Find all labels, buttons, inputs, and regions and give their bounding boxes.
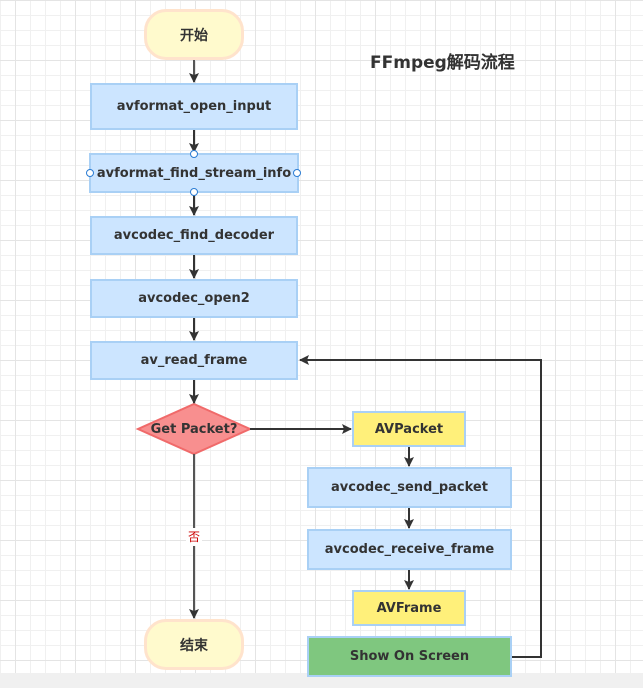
diagram-title: FFmpeg解码流程 [370, 53, 515, 73]
connection-handle-left[interactable] [86, 169, 94, 177]
avframe-node[interactable]: AVFrame [352, 590, 466, 626]
read-frame-node[interactable]: av_read_frame [90, 341, 298, 380]
decision-label: Get Packet? [150, 421, 238, 437]
send-packet-node[interactable]: avcodec_send_packet [307, 467, 512, 508]
open2-node[interactable]: avcodec_open2 [90, 279, 298, 318]
find-stream-info-node[interactable]: avformat_find_stream_info [89, 153, 299, 193]
connection-handle-bottom[interactable] [190, 188, 198, 196]
find-decoder-node[interactable]: avcodec_find_decoder [90, 216, 298, 255]
connection-handle-top[interactable] [190, 150, 198, 158]
show-on-screen-node[interactable]: Show On Screen [307, 636, 512, 677]
avpacket-node[interactable]: AVPacket [352, 411, 466, 447]
no-branch-label: 否 [186, 528, 202, 546]
receive-frame-node[interactable]: avcodec_receive_frame [307, 529, 512, 570]
connection-handle-right[interactable] [293, 169, 301, 177]
start-node[interactable]: 开始 [144, 9, 244, 60]
end-node[interactable]: 结束 [144, 619, 244, 670]
open-input-node[interactable]: avformat_open_input [90, 83, 298, 130]
